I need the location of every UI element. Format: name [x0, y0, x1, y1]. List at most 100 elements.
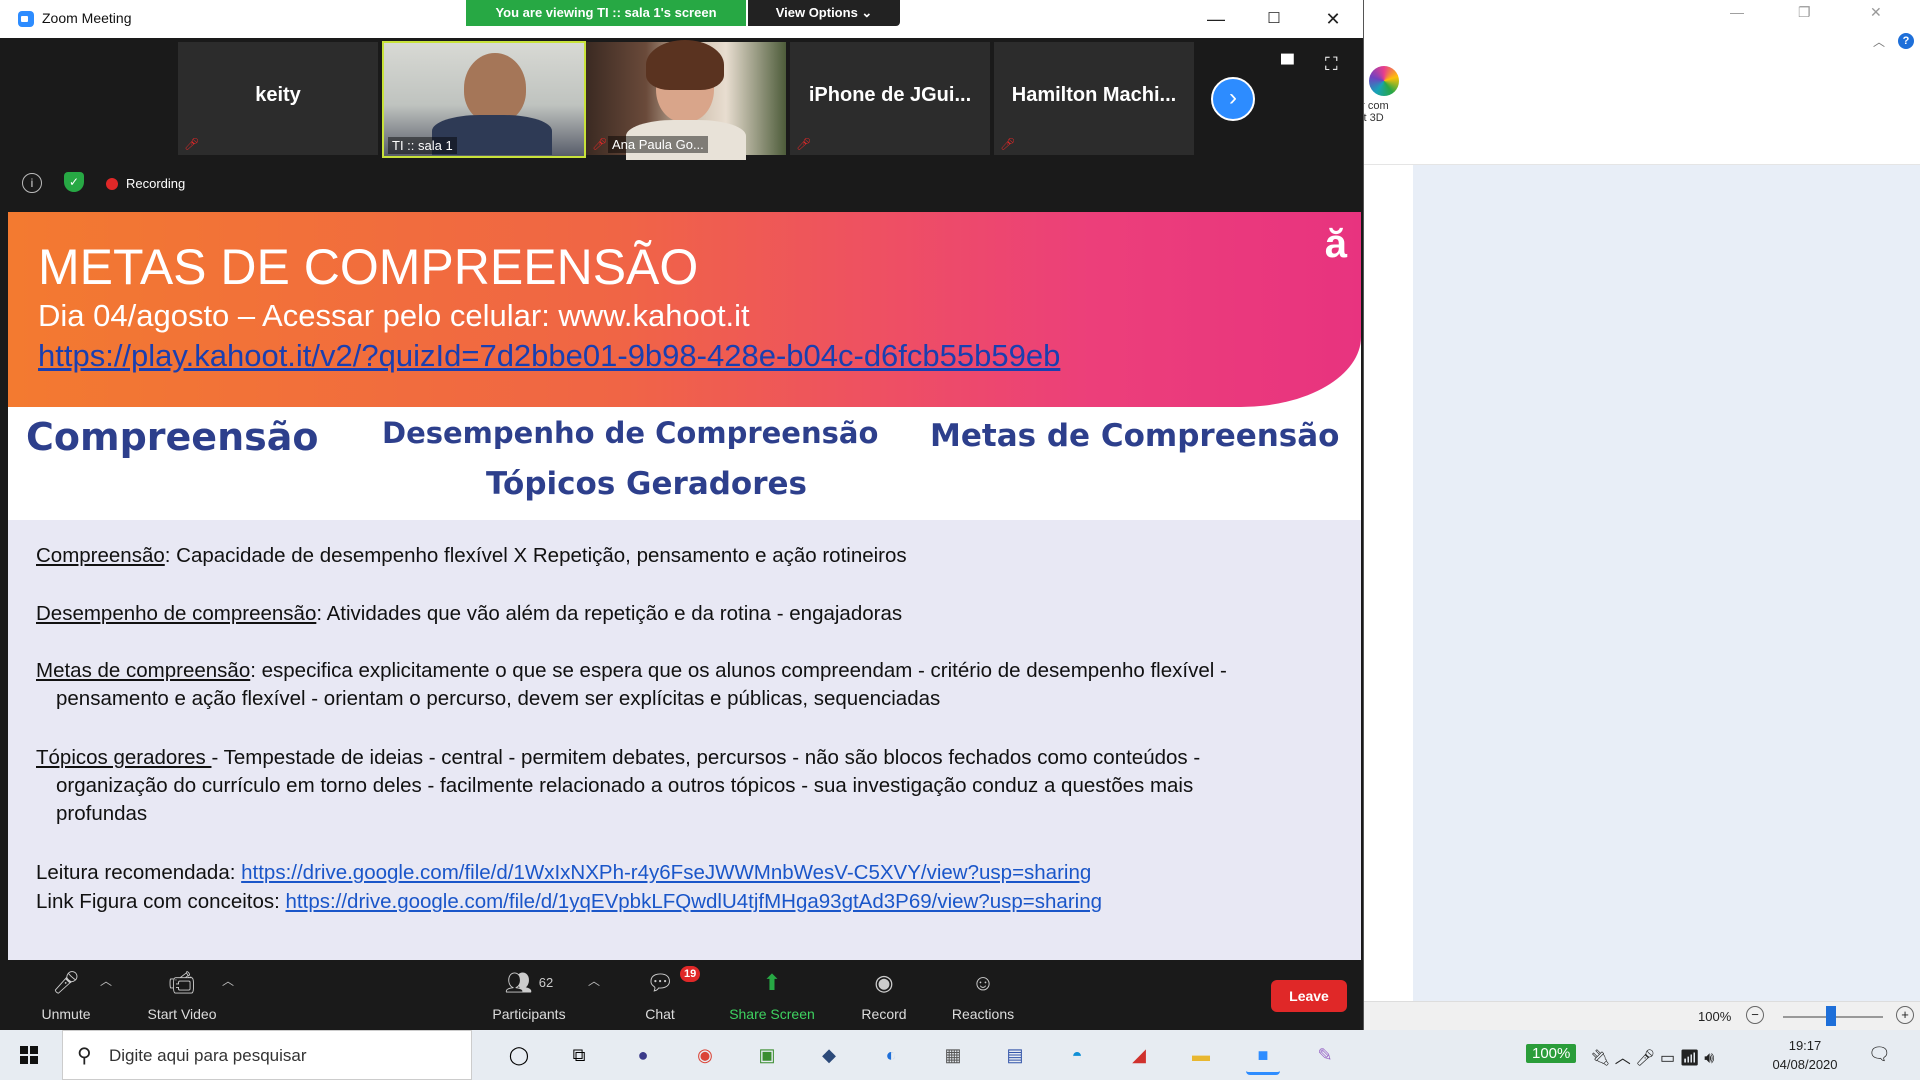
unmute-button[interactable]: 🎤︎ Unmute — [36, 968, 96, 1028]
help-icon[interactable]: ? — [1898, 33, 1914, 49]
participant-name: iPhone de JGui... — [808, 84, 972, 106]
concept-compreensao: Compreensão — [26, 415, 319, 459]
kahoot-link[interactable]: https://play.kahoot.it/v2/?quizId=7d2bbe… — [38, 338, 1060, 374]
participants-button[interactable]: 👥︎ 62 Participants — [486, 968, 572, 1028]
definition-text: : especifica explicitamente o que se esp… — [250, 659, 1227, 682]
chat-label: Chat — [645, 1006, 675, 1022]
participant-face — [464, 53, 526, 123]
maximize-icon[interactable]: ☐ — [1254, 6, 1294, 32]
participants-label: Participants — [492, 1006, 566, 1022]
participant-video-tile[interactable]: TI :: sala 1 — [382, 41, 586, 158]
close-icon[interactable]: ✕ — [1313, 6, 1353, 32]
cortana-icon[interactable]: ◯ — [502, 1038, 536, 1072]
task-view-icon[interactable]: ⧉ — [562, 1038, 596, 1072]
eclipse-app-icon[interactable]: ● — [626, 1038, 660, 1072]
definition-text: : Capacidade de desempenho flexível X Re… — [164, 544, 907, 567]
video-options-caret-icon[interactable]: ︿ — [222, 972, 234, 989]
zoom-logo-icon — [18, 11, 34, 27]
view-options-button[interactable]: View Options ⌄ — [748, 0, 900, 26]
zoom-out-button[interactable]: − — [1746, 1006, 1764, 1024]
definition-continuation: organização do currículo em torno deles … — [56, 774, 1194, 797]
participants-icon: 👥︎ 62 — [504, 970, 554, 995]
participant-tile[interactable]: keity 🎤︎ — [178, 42, 378, 155]
system-tray-icons[interactable]: 🔌︎ ︿ 🎤︎ ▭ 📶︎ 🔊︎ — [1590, 1044, 1714, 1068]
network-app-icon[interactable]: ▤ — [998, 1038, 1032, 1072]
start-button[interactable] — [0, 1030, 60, 1080]
shared-screen-slide: METAS DE COMPREENSÃO Dia 04/agosto – Ace… — [8, 212, 1361, 960]
concept-topicos: Tópicos Geradores — [486, 466, 807, 502]
definition-term: Metas de compreensão — [36, 659, 251, 682]
share-screen-button[interactable]: ⬆︎ Share Screen — [724, 968, 820, 1028]
background-window-controls: — ❐ ✕ — [1680, 0, 1920, 30]
muted-mic-icon: 🎤︎ — [796, 137, 812, 151]
reactions-button[interactable]: ☺︎ Reactions — [948, 968, 1018, 1028]
viewing-banner: You are viewing TI :: sala 1's screen Vi… — [466, 0, 900, 26]
edge-app-icon[interactable]: ◓ — [1060, 1038, 1094, 1072]
clock-date: 04/08/2020 — [1772, 1057, 1838, 1072]
muted-mic-icon: 🎤︎ — [1000, 137, 1016, 151]
background-ribbon — [1363, 56, 1920, 165]
background-status-bar: 100% − + — [1363, 1001, 1920, 1031]
figure-link[interactable]: https://drive.google.com/file/d/1yqEVpbk… — [286, 890, 1102, 913]
mysql-app-icon[interactable]: ◆ — [812, 1038, 846, 1072]
calculator-app-icon[interactable]: ▦ — [936, 1038, 970, 1072]
taskbar-search-box[interactable]: ⚲ Digite aqui para pesquisar — [62, 1030, 472, 1080]
chat-button[interactable]: 💬︎ 19 Chat — [640, 966, 701, 1028]
notifications-icon[interactable]: 🗨︎ — [1868, 1044, 1891, 1065]
participant-name: Hamilton Machi... — [1011, 84, 1177, 106]
acrobat-app-icon[interactable]: ◢ — [1122, 1038, 1156, 1072]
record-button[interactable]: ◉ Record — [856, 968, 912, 1028]
browser-app-icon[interactable]: ◐ — [874, 1038, 908, 1072]
definition-paragraph: Metas de compreensão: especifica explici… — [36, 657, 1356, 713]
close-icon[interactable]: ✕ — [1870, 4, 1882, 21]
start-video-button[interactable]: 📹︎ Start Video — [142, 968, 222, 1028]
zoom-level: 100% — [1698, 1009, 1732, 1024]
edit-with-paint3d-button[interactable]: ar com int 3D — [1355, 66, 1415, 146]
security-shield-icon[interactable]: ✓ — [64, 172, 84, 192]
minimize-icon[interactable]: — — [1730, 4, 1744, 20]
definition-term: Compreensão — [36, 544, 165, 567]
fullscreen-icon[interactable]: ⛶ — [1325, 54, 1338, 75]
meeting-toolbar: 🎤︎ Unmute ︿ 📹︎ Start Video ︿ 👥︎ 62 Parti… — [0, 962, 1363, 1030]
restore-icon[interactable]: ❐ — [1798, 4, 1811, 21]
paint-app-icon[interactable]: ✎ — [1308, 1038, 1342, 1072]
definition-continuation: profundas — [56, 802, 148, 825]
zoom-in-button[interactable]: + — [1896, 1006, 1914, 1024]
definition-term: Tópicos geradores — [36, 746, 212, 769]
share-screen-label: Share Screen — [729, 1006, 815, 1022]
file-explorer-icon[interactable]: ▬ — [1184, 1038, 1218, 1072]
definition-paragraph: Desempenho de compreensão: Atividades qu… — [36, 600, 1356, 628]
slide-body: Compreensão: Capacidade de desempenho fl… — [8, 520, 1361, 960]
battery-percentage: 100% — [1526, 1044, 1577, 1063]
gallery-layout-icon[interactable]: ▀ — [1281, 54, 1294, 75]
participant-video-tile[interactable]: Ana Paula Go... 🎤︎ — [586, 40, 786, 160]
figure-line: Link Figura com conceitos: https://drive… — [36, 888, 1356, 916]
participant-filmstrip: keity 🎤︎ TI :: sala 1 Ana Paula Go... 🎤︎… — [8, 38, 1363, 160]
participant-tile[interactable]: iPhone de JGui... 🎤︎ — [790, 42, 990, 155]
chrome-app-icon[interactable]: ◉ — [688, 1038, 722, 1072]
leave-button[interactable]: Leave — [1271, 980, 1347, 1012]
minimize-icon[interactable]: — — [1196, 6, 1236, 32]
unmute-label: Unmute — [41, 1006, 91, 1022]
video-off-icon: 📹︎ — [168, 970, 196, 995]
image-app-icon[interactable]: ▣ — [750, 1038, 784, 1072]
participant-tile[interactable]: Hamilton Machi... 🎤︎ — [994, 42, 1194, 155]
participants-caret-icon[interactable]: ︿ — [588, 972, 600, 989]
reading-label: Leitura recomendada: — [36, 861, 242, 884]
info-icon[interactable]: i — [22, 173, 42, 193]
reading-line: Leitura recomendada: https://drive.googl… — [36, 859, 1356, 887]
zoom-app-icon[interactable]: ■ — [1246, 1038, 1280, 1075]
background-canvas-area — [1413, 165, 1920, 1010]
audio-options-caret-icon[interactable]: ︿ — [100, 972, 112, 989]
zoom-slider-thumb[interactable] — [1826, 1006, 1836, 1026]
search-icon: ⚲ — [77, 1045, 92, 1067]
record-icon: ◉ — [874, 970, 894, 995]
slide-header: METAS DE COMPREENSÃO Dia 04/agosto – Ace… — [8, 212, 1361, 407]
next-page-arrow-icon[interactable]: › — [1211, 77, 1255, 121]
chevron-up-icon[interactable]: ︿ — [1873, 33, 1885, 50]
participant-name: TI :: sala 1 — [388, 137, 457, 154]
share-screen-icon: ⬆︎ — [762, 970, 782, 995]
reading-link[interactable]: https://drive.google.com/file/d/1WxIxNXP… — [241, 861, 1091, 884]
taskbar-clock[interactable]: 19:17 04/08/2020 — [1765, 1036, 1845, 1074]
definition-paragraph: Tópicos geradores - Tempestade de ideias… — [36, 744, 1356, 828]
